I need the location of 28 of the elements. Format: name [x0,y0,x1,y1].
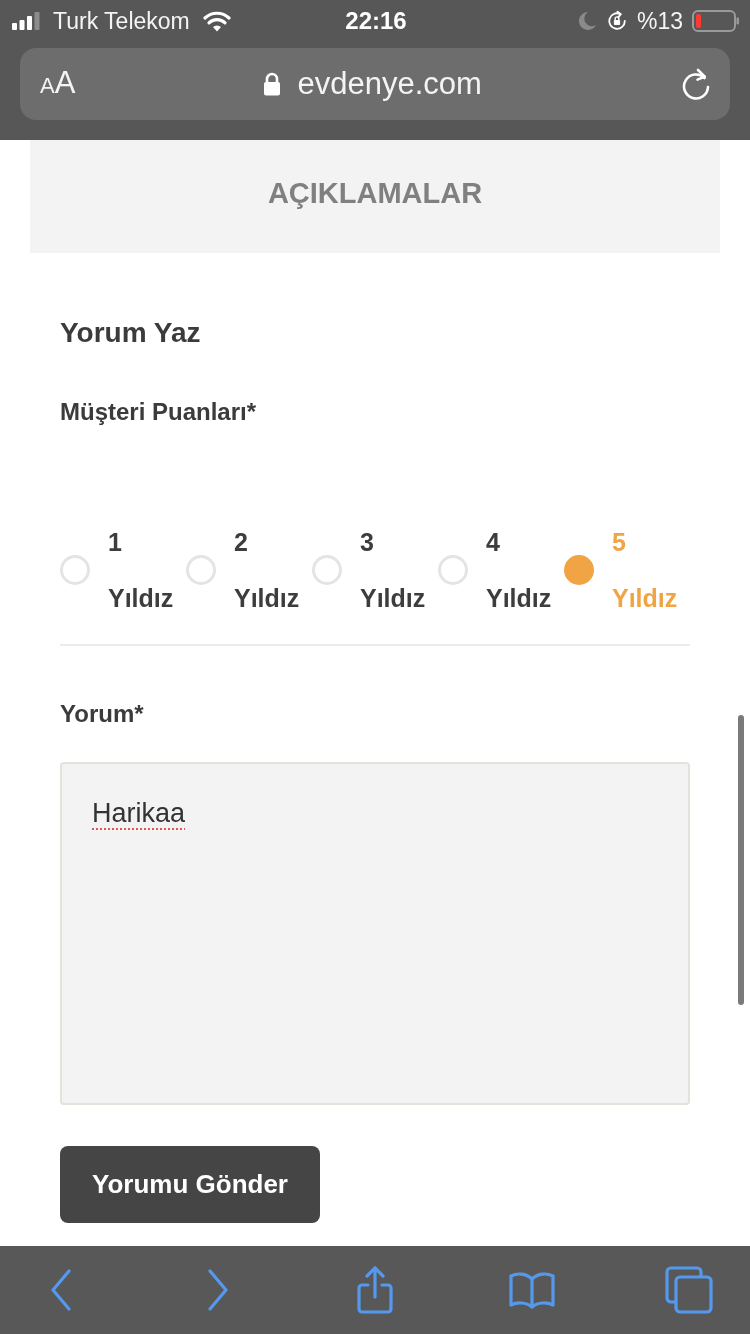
form-heading: Yorum Yaz [60,316,202,350]
comment-label: Yorum* [60,699,145,729]
reload-icon[interactable] [680,67,712,101]
url-text[interactable]: evdenye.com [297,66,482,102]
wifi-icon [202,10,231,32]
rating-label: Müşteri Puanları* [60,397,258,427]
carrier-name: Turk Telekom [53,7,190,35]
radio-button[interactable] [564,555,594,585]
lock-icon [263,72,282,96]
submit-button[interactable]: Yorumu Gönder [60,1146,320,1223]
rotation-lock-icon [605,10,628,32]
rating-option-label[interactable]: 4 Yıldız [486,514,552,626]
battery-icon [692,10,740,32]
forward-icon[interactable] [207,1269,229,1311]
panel-heading[interactable]: AÇIKLAMALAR [30,174,720,212]
share-icon[interactable] [355,1266,395,1314]
moon-icon [576,11,597,31]
clock-time: 22:16 [345,7,407,35]
rating-option-label[interactable]: 3 Yıldız [360,514,426,626]
battery-percentage: %13 [636,7,683,35]
back-icon[interactable] [50,1269,72,1311]
rating-option-label[interactable]: 2 Yıldız [234,514,300,626]
tabs-icon[interactable] [665,1266,713,1314]
comment-field[interactable]: Harikaa [60,762,690,1105]
rating-option-label[interactable]: 1 Yıldız [108,514,174,626]
book-icon[interactable] [509,1271,555,1309]
text-size-button[interactable]: AA [40,64,76,104]
signal-icon [12,12,40,30]
